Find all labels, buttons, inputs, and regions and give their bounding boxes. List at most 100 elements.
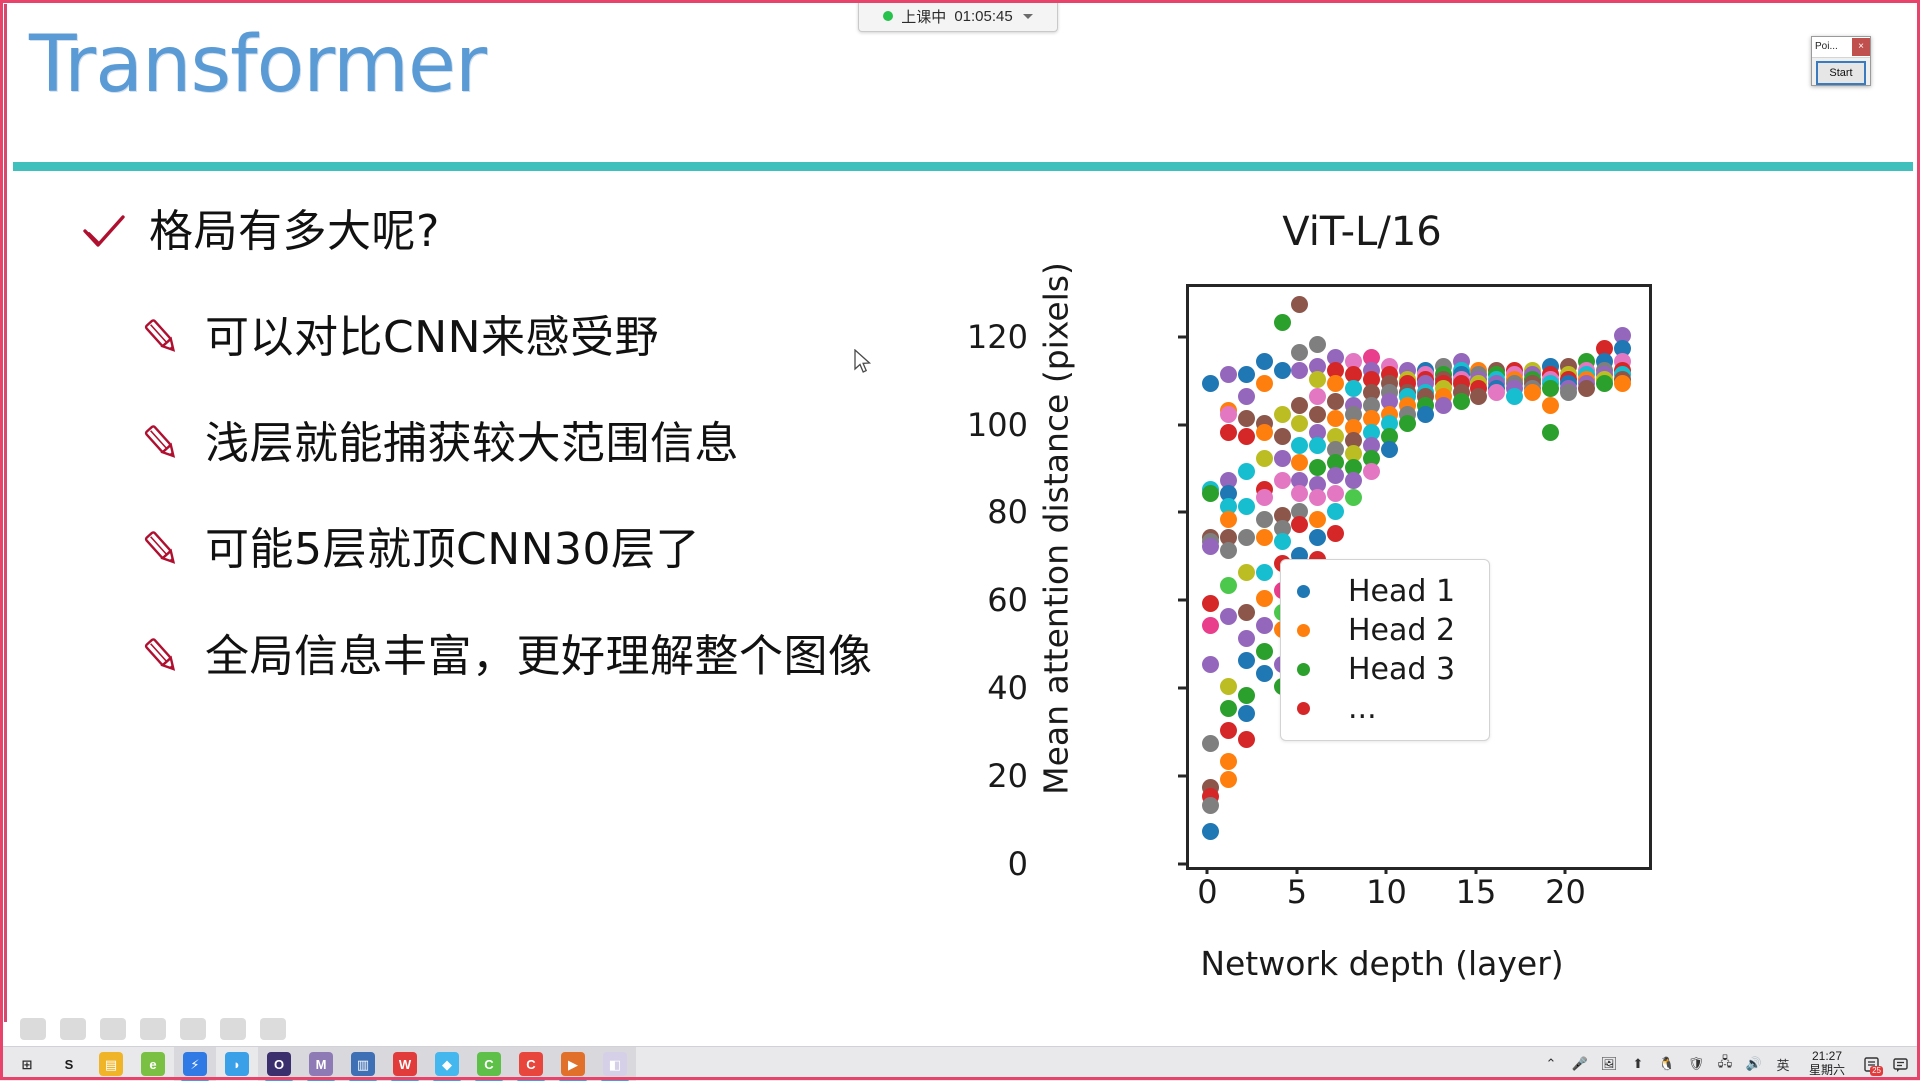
scatter-point [1255,590,1273,608]
qq-icon[interactable]: 🐧 [1657,1054,1677,1074]
scatter-point [1345,489,1363,507]
taskbar-item-wps-writer[interactable]: W [384,1047,426,1081]
scatter-point [1237,410,1255,428]
taskbar-item-pdf-reader[interactable]: ▶ [552,1047,594,1081]
scatter-point [1577,379,1595,397]
legend-label: Head 2 [1348,612,1456,648]
chart-y-tick: 80 [987,493,1028,532]
taskbar-clock[interactable]: 21:27 星期六 [1802,1049,1852,1078]
taskbar-item-ppt-presentation[interactable]: ◧ [594,1047,636,1081]
scatter-point [1273,427,1291,445]
scatter-point [1542,397,1560,415]
scatter-point [1327,524,1345,542]
scatter-point [1255,643,1273,661]
taskbar-item-file-explorer[interactable]: ▤ [90,1047,132,1081]
scatter-point [1237,498,1255,516]
taskbar-item-seewo[interactable]: S [48,1047,90,1081]
start-button[interactable]: Start [1816,61,1866,85]
scatter-point [1201,485,1219,502]
taskbar-item-wechat[interactable]: C [468,1047,510,1081]
scatter-point [1291,361,1309,379]
taskbar-item-thunder-download[interactable]: ⚡ [174,1047,216,1081]
scatter-point [1219,722,1237,740]
network-icon[interactable]: 🖧 [1715,1054,1735,1074]
chart-title: ViT-L/16 [1282,209,1442,255]
chart-x-tick: 10 [1366,873,1407,911]
scatter-point [1219,608,1237,626]
scatter-point [1291,454,1309,472]
screen-capture-icon[interactable]: 🖼 [1599,1054,1619,1074]
scatter-point [1219,366,1237,384]
scatter-point [1327,502,1345,520]
chevron-down-icon[interactable] [1022,13,1033,19]
list-item: 浅层就能捕获较大范围信息 [139,418,999,470]
show-hidden-icons-icon[interactable]: ⌃ [1541,1054,1561,1074]
scatter-point [1255,511,1273,529]
taskbar-item-camtasia[interactable]: C [510,1047,552,1081]
opera-icon: O [267,1052,291,1076]
scatter-point [1237,630,1255,647]
pen-icon [100,1018,126,1040]
pointer-tool-titlebar[interactable]: Poi... × [1812,37,1870,58]
taskbar-item-windows-start[interactable]: ⊞ [6,1047,48,1081]
update-icon[interactable]: ⬆ [1628,1054,1648,1074]
notes-app-icon: ▥ [351,1052,375,1076]
bullet-text: 浅层就能捕获较大范围信息 [205,418,739,470]
bullet-text: 全局信息丰富，更好理解整个图像 [205,630,873,682]
scatter-point [1219,577,1237,595]
taskbar-item-notes-app[interactable]: ▥ [342,1047,384,1081]
system-tray: ⌃ 🎤 🖼 ⬆ 🐧 🛡 🖧 🔊 英 21:27 星期六 25 [1541,1049,1920,1078]
scatter-point [1219,423,1237,441]
scatter-point [1309,436,1327,454]
sogou-browser-icon: ◗ [225,1052,249,1076]
pencil-icon [139,527,183,571]
taskbar-item-opera[interactable]: O [258,1047,300,1081]
scatter-point [1273,361,1291,379]
taskbar-item-edge-legacy[interactable]: e [132,1047,174,1081]
scatter-point [1309,511,1327,529]
notification-icon[interactable]: 25 [1861,1054,1883,1076]
scatter-point [1273,449,1291,467]
ime-language-icon[interactable]: 英 [1773,1054,1793,1074]
chart-y-tick: 120 [966,317,1028,356]
more-icon [260,1018,286,1040]
scatter-point [1237,603,1255,621]
wechat-icon: C [477,1052,501,1076]
legend-label: Head 1 [1348,573,1456,609]
legend-entry: Head 3 [1291,650,1481,689]
scatter-point [1345,379,1363,397]
scatter-point [1255,375,1273,393]
edge-legacy-icon: e [141,1052,165,1076]
pencil-icon [139,634,183,678]
camera-icon [180,1018,206,1040]
close-icon[interactable]: × [1852,38,1870,56]
pencil-icon [139,421,183,465]
title-divider [13,162,1913,171]
scatter-point [1201,656,1219,674]
action-center-icon[interactable] [1890,1054,1910,1074]
chart-y-axis-label: Mean attention distance (pixels) [1036,262,1076,795]
taskbar-item-everything-search[interactable]: ◆ [426,1047,468,1081]
ppt-presentation-icon: ◧ [603,1052,627,1076]
windows-taskbar: ⊞ S ▤ e ⚡ ◗ O M ▥ W ◆ C C ▶ ◧ ⌃ 🎤 🖼 ⬆ 🐧 🛡 🖧 🔊 英 21:27 星期六 25 [0,1046,1920,1081]
class-status-pill[interactable]: 上课中 01:05:45 [858,1,1058,32]
legend-color-dot [1297,585,1310,598]
scatter-point [1380,441,1398,459]
scatter-point [1237,463,1255,481]
taskbar-item-sogou-browser[interactable]: ◗ [216,1047,258,1081]
scatter-point [1219,542,1237,560]
scatter-point [1219,678,1237,696]
scatter-point [1506,388,1524,406]
security-shield-icon[interactable]: 🛡 [1686,1054,1706,1074]
scatter-point [1201,537,1219,555]
scatter-point [1452,392,1470,410]
microphone-icon[interactable]: 🎤 [1570,1054,1590,1074]
scatter-point [1219,700,1237,718]
scatter-point [1309,405,1327,423]
taskbar-item-maya[interactable]: M [300,1047,342,1081]
scatter-point [1363,463,1381,481]
scatter-point [1237,731,1255,749]
volume-icon[interactable]: 🔊 [1744,1054,1764,1074]
pointer-tool-window[interactable]: Poi... × Start [1811,36,1871,86]
scatter-point [1309,458,1327,476]
